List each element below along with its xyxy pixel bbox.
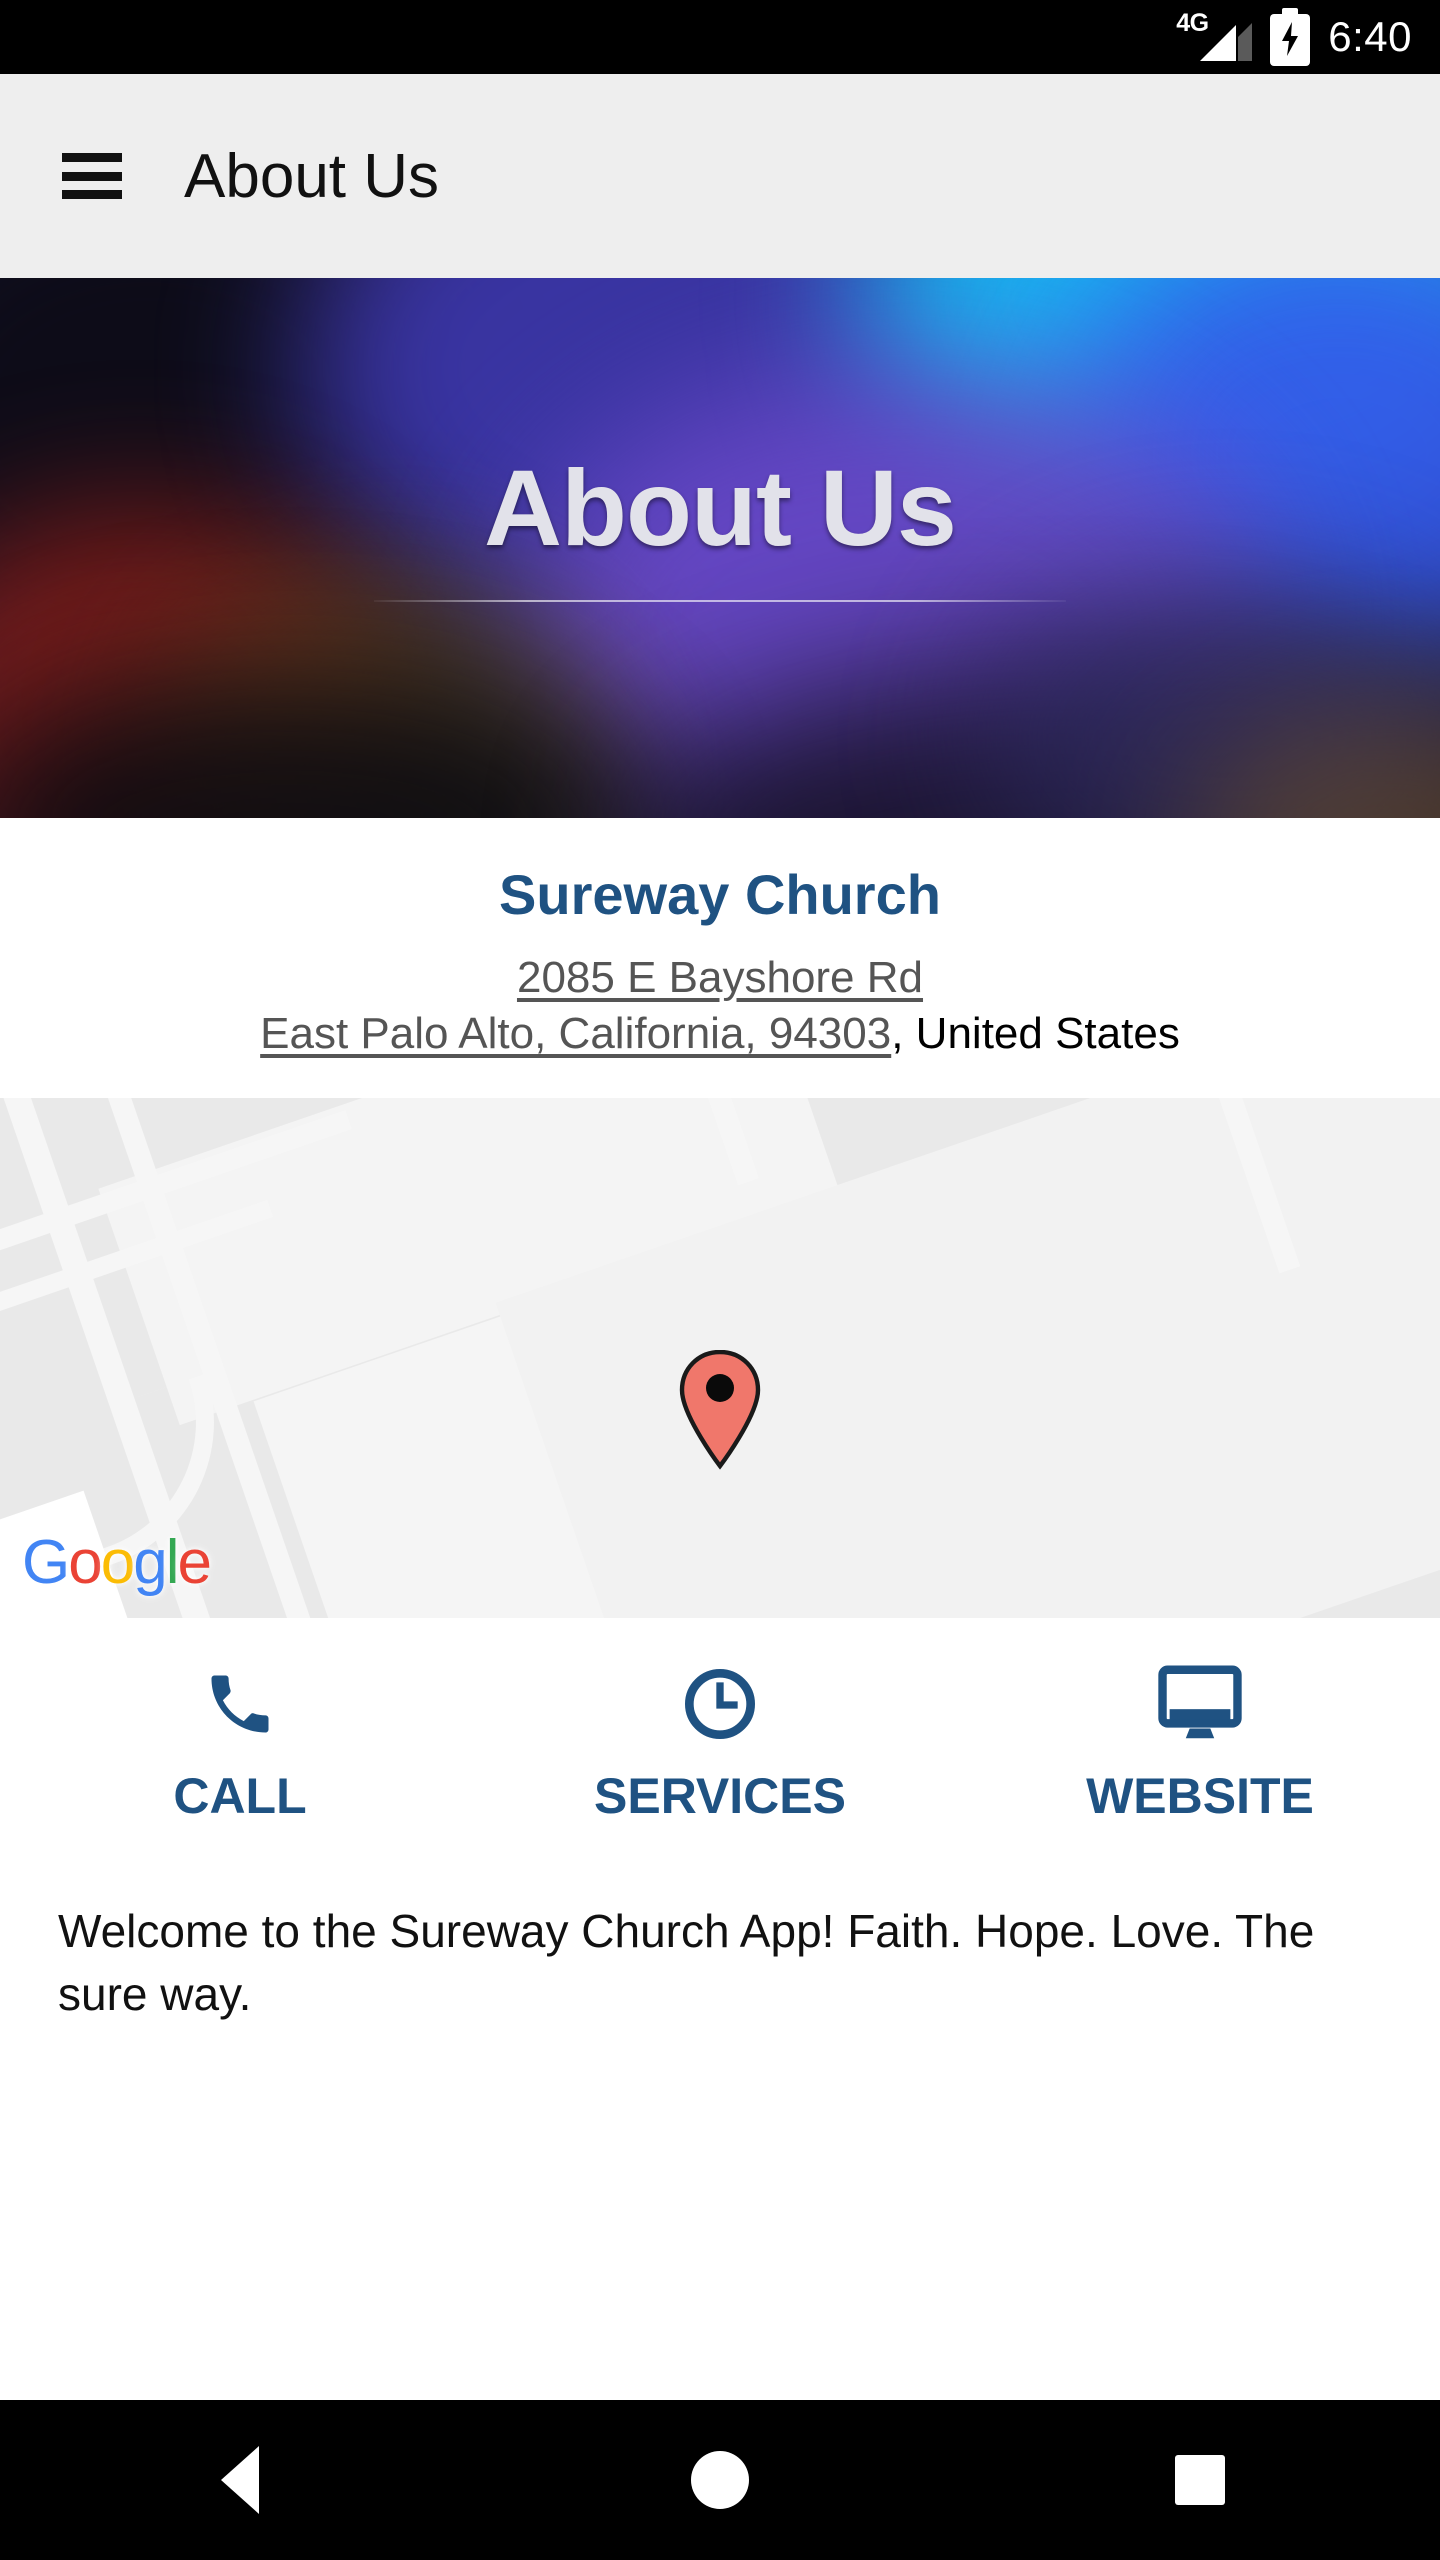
nav-recents-button[interactable] [960,2455,1440,2505]
google-letter: e [177,1528,212,1597]
google-letter: g [133,1528,168,1597]
organization-block: Sureway Church 2085 E Bayshore Rd East P… [0,818,1440,1098]
hamburger-line [62,171,122,181]
website-button[interactable]: WEBSITE [960,1661,1440,1825]
nav-home-button[interactable] [480,2451,960,2509]
google-letter: o [68,1528,103,1597]
phone-icon [202,1661,278,1747]
hero-banner: About Us [0,278,1440,818]
app-bar: About Us [0,74,1440,278]
hero-title: About Us [484,447,957,568]
services-button[interactable]: SERVICES [480,1661,960,1825]
services-button-label: SERVICES [594,1768,846,1824]
phone-screen: 4G 6:40 About Us About Us Sureway Church… [0,0,1440,2560]
google-letter: o [100,1528,136,1597]
location-map[interactable]: Google [0,1098,1440,1618]
monitor-icon-glyph [1158,1665,1242,1739]
monitor-icon [1158,1661,1242,1747]
android-nav-bar [0,2400,1440,2560]
status-bar-right-cluster: 4G 6:40 [1176,8,1412,66]
nav-back-button[interactable] [0,2446,480,2514]
call-button[interactable]: CALL [0,1661,480,1825]
recents-square-icon [1175,2455,1225,2505]
about-description: Welcome to the Sureway Church App! Faith… [58,1905,1315,2020]
hamburger-line [62,190,122,199]
google-letter: G [22,1528,70,1597]
page-title: About Us [184,141,440,211]
call-button-label: CALL [173,1768,307,1824]
clock-icon [680,1661,760,1747]
clock-icon-glyph [685,1669,755,1739]
signal-triangle-glyph [1200,23,1253,61]
address-line-1-link[interactable]: 2085 E Bayshore Rd [517,953,923,1002]
address-line-2-link[interactable]: East Palo Alto, California, 94303 [260,1009,891,1058]
map-pin-icon [679,1350,761,1470]
hero-divider [374,600,1066,602]
google-letter: l [165,1528,180,1597]
organization-name: Sureway Church [499,863,941,926]
hamburger-line [62,153,122,162]
home-circle-icon [691,2451,749,2509]
status-bar: 4G 6:40 [0,0,1440,74]
status-bar-clock: 6:40 [1328,13,1412,60]
organization-address: 2085 E Bayshore Rd East Palo Alto, Calif… [0,950,1440,1063]
google-attribution-logo: Google [22,1528,212,1597]
battery-charging-icon [1270,8,1311,66]
back-triangle-icon [221,2446,259,2514]
hero-title-group: About Us [0,278,1440,818]
hamburger-menu-icon[interactable] [62,153,122,199]
website-button-label: WEBSITE [1086,1768,1314,1824]
signal-bars-icon: 4G [1176,9,1253,65]
phone-icon-glyph [211,1675,269,1733]
charging-bolt-glyph [1282,22,1299,56]
action-button-row: CALL SERVICES WEBSITE [0,1618,1440,1868]
address-country: , United States [891,1008,1180,1058]
